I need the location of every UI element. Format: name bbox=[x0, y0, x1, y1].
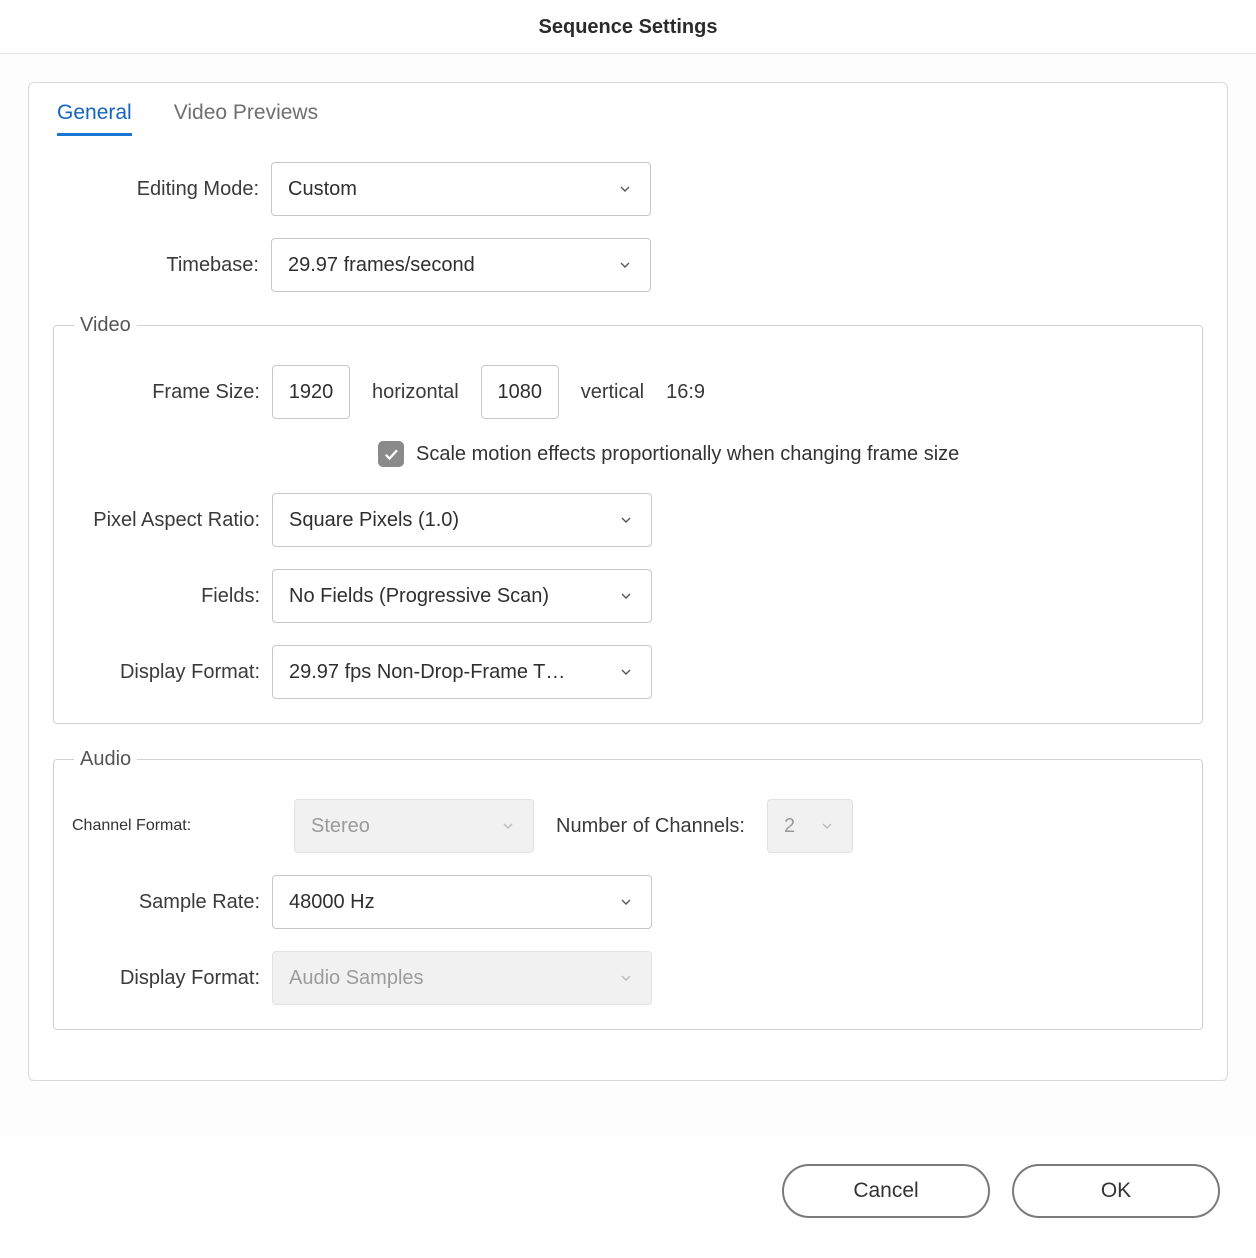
display-format-audio-select: Audio Samples bbox=[272, 951, 652, 1005]
row-scale-effects: Scale motion effects proportionally when… bbox=[378, 441, 1184, 467]
display-format-video-select[interactable]: 29.97 fps Non-Drop-Frame T… bbox=[272, 645, 652, 699]
tab-video-previews[interactable]: Video Previews bbox=[174, 101, 318, 136]
pixel-aspect-select[interactable]: Square Pixels (1.0) bbox=[272, 493, 652, 547]
chevron-down-icon bbox=[617, 511, 635, 529]
chevron-down-icon bbox=[617, 663, 635, 681]
frame-size-inputs: horizontal vertical 16:9 bbox=[272, 365, 705, 419]
timebase-value: 29.97 frames/second bbox=[288, 254, 487, 277]
label-editing-mode: Editing Mode: bbox=[53, 178, 271, 201]
label-fields: Fields: bbox=[72, 585, 272, 608]
row-fields: Fields: No Fields (Progressive Scan) bbox=[72, 569, 1184, 623]
row-editing-mode: Editing Mode: Custom bbox=[53, 162, 1203, 216]
chevron-down-icon bbox=[616, 180, 634, 198]
display-format-audio-value: Audio Samples bbox=[289, 967, 436, 990]
row-channel-format: Channel Format: Stereo Number of Channel… bbox=[72, 799, 1184, 853]
row-timebase: Timebase: 29.97 frames/second bbox=[53, 238, 1203, 292]
video-group-legend: Video bbox=[74, 314, 137, 337]
row-sample-rate: Sample Rate: 48000 Hz bbox=[72, 875, 1184, 929]
cancel-button[interactable]: Cancel bbox=[782, 1164, 990, 1218]
video-group: Video Frame Size: horizontal vertical 16… bbox=[53, 314, 1203, 724]
row-display-format-audio: Display Format: Audio Samples bbox=[72, 951, 1184, 1005]
label-num-channels: Number of Channels: bbox=[556, 815, 745, 838]
tab-bar: General Video Previews bbox=[53, 99, 1203, 136]
row-frame-size: Frame Size: horizontal vertical 16:9 bbox=[72, 365, 1184, 419]
chevron-down-icon bbox=[818, 817, 836, 835]
editing-mode-value: Custom bbox=[288, 178, 369, 201]
frame-height-input[interactable] bbox=[481, 365, 559, 419]
dialog-footer: Cancel OK bbox=[0, 1136, 1256, 1258]
tab-general[interactable]: General bbox=[57, 101, 132, 136]
editing-mode-select[interactable]: Custom bbox=[271, 162, 651, 216]
channel-format-value: Stereo bbox=[311, 815, 382, 838]
audio-group-legend: Audio bbox=[74, 748, 137, 771]
pixel-aspect-value: Square Pixels (1.0) bbox=[289, 509, 471, 532]
scale-effects-label: Scale motion effects proportionally when… bbox=[416, 443, 959, 466]
scale-effects-checkbox[interactable] bbox=[378, 441, 404, 467]
fields-value: No Fields (Progressive Scan) bbox=[289, 585, 561, 608]
aspect-ratio-text: 16:9 bbox=[666, 381, 705, 404]
row-pixel-aspect: Pixel Aspect Ratio: Square Pixels (1.0) bbox=[72, 493, 1184, 547]
sample-rate-value: 48000 Hz bbox=[289, 891, 387, 914]
row-display-format-video: Display Format: 29.97 fps Non-Drop-Frame… bbox=[72, 645, 1184, 699]
settings-panel: General Video Previews Editing Mode: Cus… bbox=[28, 82, 1228, 1081]
sequence-settings-dialog: Sequence Settings General Video Previews… bbox=[0, 0, 1256, 1258]
label-display-format-video: Display Format: bbox=[72, 661, 272, 684]
label-timebase: Timebase: bbox=[53, 254, 271, 277]
channel-format-select: Stereo bbox=[294, 799, 534, 853]
label-channel-format: Channel Format: bbox=[72, 817, 272, 835]
audio-group: Audio Channel Format: Stereo Number of C… bbox=[53, 748, 1203, 1030]
timebase-select[interactable]: 29.97 frames/second bbox=[271, 238, 651, 292]
num-channels-value: 2 bbox=[784, 815, 807, 838]
fields-select[interactable]: No Fields (Progressive Scan) bbox=[272, 569, 652, 623]
ok-button[interactable]: OK bbox=[1012, 1164, 1220, 1218]
dialog-content: General Video Previews Editing Mode: Cus… bbox=[0, 54, 1256, 1136]
dialog-title: Sequence Settings bbox=[0, 0, 1256, 54]
chevron-down-icon bbox=[617, 587, 635, 605]
num-channels-select: 2 bbox=[767, 799, 853, 853]
display-format-video-value: 29.97 fps Non-Drop-Frame T… bbox=[289, 661, 577, 684]
label-pixel-aspect: Pixel Aspect Ratio: bbox=[72, 509, 272, 532]
label-vertical: vertical bbox=[581, 381, 644, 404]
chevron-down-icon bbox=[617, 893, 635, 911]
label-horizontal: horizontal bbox=[372, 381, 459, 404]
label-sample-rate: Sample Rate: bbox=[72, 891, 272, 914]
chevron-down-icon bbox=[499, 817, 517, 835]
chevron-down-icon bbox=[617, 969, 635, 987]
sample-rate-select[interactable]: 48000 Hz bbox=[272, 875, 652, 929]
label-display-format-audio: Display Format: bbox=[72, 967, 272, 990]
chevron-down-icon bbox=[616, 256, 634, 274]
label-frame-size: Frame Size: bbox=[72, 381, 272, 404]
frame-width-input[interactable] bbox=[272, 365, 350, 419]
